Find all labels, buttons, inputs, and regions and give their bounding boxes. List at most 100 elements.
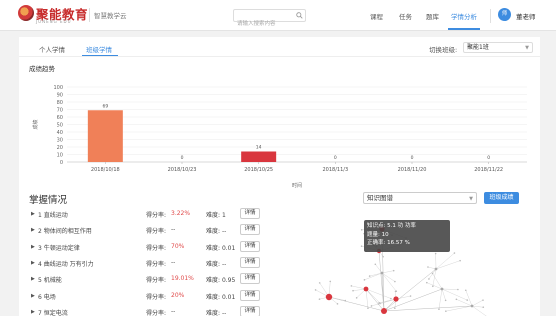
graph-leaf-node[interactable] xyxy=(360,229,363,231)
graph-leaf-node[interactable] xyxy=(352,289,354,292)
graph-node[interactable] xyxy=(470,304,474,308)
search-icon[interactable] xyxy=(296,12,303,19)
tabs-divider xyxy=(19,56,540,57)
graph-type-select[interactable]: 知识图谱 ▼ xyxy=(363,192,477,204)
x-tick-label: 2018/11/20 xyxy=(398,167,427,173)
list-item[interactable]: ▶ 3 牛顿运动定律 得分率: 70% 难度: 0.01 详情 xyxy=(19,240,260,253)
graph-leaf-node[interactable] xyxy=(431,272,434,275)
graph-leaf-node[interactable] xyxy=(427,266,429,268)
graph-leaf-node[interactable] xyxy=(318,298,321,300)
list-item[interactable]: ▶ 2 物体间的相互作用 得分率: -- 难度: -- 详情 xyxy=(19,224,260,236)
graph-node[interactable] xyxy=(393,296,399,302)
graph-leaf-node[interactable] xyxy=(394,307,396,310)
graph-leaf-node[interactable] xyxy=(482,306,485,309)
detail-button[interactable]: 详情 xyxy=(240,240,260,252)
brand-logo[interactable]: 聚能教育 JUNENG EDU xyxy=(18,5,90,27)
list-item[interactable]: ▶ 1 直线运动 得分率: 3.22% 难度: 1 详情 xyxy=(19,208,260,220)
score-rate-label: 得分率: xyxy=(146,309,167,316)
graph-leaf-node[interactable] xyxy=(434,252,437,255)
graph-leaf-node[interactable] xyxy=(394,290,397,293)
list-item[interactable]: ▶ 7 恒定电流 得分率: -- 难度: -- 详情 xyxy=(19,305,260,316)
graph-leaf-node[interactable] xyxy=(459,259,461,262)
graph-leaf-node[interactable] xyxy=(390,297,392,300)
graph-leaf-node[interactable] xyxy=(350,285,353,287)
list-item[interactable]: ▶ 5 机械能 得分率: 19.01% 难度: 0.95 详情 xyxy=(19,273,260,285)
graph-leaf-node[interactable] xyxy=(482,299,484,301)
difficulty-label: 难度: xyxy=(206,212,221,219)
graph-leaf-node[interactable] xyxy=(344,299,347,302)
graph-leaf-node[interactable] xyxy=(382,255,384,258)
graph-leaf-node[interactable] xyxy=(336,303,339,305)
search-box[interactable] xyxy=(233,9,306,30)
graph-node[interactable] xyxy=(440,287,444,291)
nav-question-bank[interactable]: 题库 xyxy=(426,11,439,21)
class-select[interactable]: 聚能1班 ▼ xyxy=(463,42,533,53)
graph-leaf-node[interactable] xyxy=(428,278,430,280)
graph-leaf-node[interactable] xyxy=(409,295,412,297)
graph-node[interactable] xyxy=(325,293,333,301)
expand-arrow-icon[interactable]: ▶ xyxy=(31,293,35,299)
graph-leaf-node[interactable] xyxy=(457,288,459,291)
graph-leaf-node[interactable] xyxy=(314,289,317,291)
knowledge-point-name[interactable]: 2 物体间的相互作用 xyxy=(38,226,92,235)
detail-button[interactable]: 详情 xyxy=(240,305,260,316)
knowledge-point-name[interactable]: 7 恒定电流 xyxy=(38,308,68,316)
graph-leaf-node[interactable] xyxy=(355,297,358,299)
graph-leaf-node[interactable] xyxy=(363,279,366,281)
difficulty-number: 0.01 xyxy=(221,293,236,301)
graph-leaf-node[interactable] xyxy=(394,280,396,283)
detail-button[interactable]: 详情 xyxy=(240,224,260,236)
graph-leaf-node[interactable] xyxy=(453,252,456,254)
tab-class-analysis[interactable]: 班级学情 xyxy=(86,44,112,54)
expand-arrow-icon[interactable]: ▶ xyxy=(31,260,35,266)
graph-leaf-node[interactable] xyxy=(455,298,458,301)
list-item[interactable]: ▶ 4 曲线运动 万有引力 得分率: -- 难度: -- 详情 xyxy=(19,256,260,269)
knowledge-point-name[interactable]: 1 直线运动 xyxy=(38,210,68,219)
expand-arrow-icon[interactable]: ▶ xyxy=(31,244,35,250)
avatar[interactable]: 师 xyxy=(498,8,511,21)
graph-edge xyxy=(471,299,484,307)
tab-personal-analysis[interactable]: 个人学情 xyxy=(39,44,65,54)
graph-leaf-node[interactable] xyxy=(368,275,371,277)
nav-courses[interactable]: 课程 xyxy=(370,11,383,21)
graph-node[interactable] xyxy=(363,286,369,292)
list-item[interactable]: ▶ 6 电场 得分率: 20% 难度: 0.01 详情 xyxy=(19,289,260,302)
graph-leaf-node[interactable] xyxy=(360,245,363,247)
graph-leaf-node[interactable] xyxy=(444,299,447,302)
nav-learning-analysis[interactable]: 学情分析 xyxy=(451,11,477,21)
user-name[interactable]: 董老师 xyxy=(516,11,536,21)
data-label: 0 xyxy=(334,155,337,161)
graph-leaf-node[interactable] xyxy=(329,280,332,283)
graph-leaf-node[interactable] xyxy=(374,263,377,266)
knowledge-point-name[interactable]: 4 曲线运动 万有引力 xyxy=(38,259,94,268)
detail-button[interactable]: 详情 xyxy=(240,273,260,285)
search-input[interactable] xyxy=(234,18,294,30)
graph-leaf-node[interactable] xyxy=(318,282,321,284)
expand-arrow-icon[interactable]: ▶ xyxy=(31,309,35,315)
graph-leaf-node[interactable] xyxy=(367,307,369,309)
main-panel: 个人学情 班级学情 切换班级: 聚能1班 ▼ 成绩趋势 0 10 20 30 40 50 6… xyxy=(19,37,540,316)
expand-arrow-icon[interactable]: ▶ xyxy=(31,227,35,233)
graph-leaf-node[interactable] xyxy=(438,308,440,311)
nav-tasks[interactable]: 任务 xyxy=(399,11,412,21)
graph-node[interactable] xyxy=(380,271,384,275)
knowledge-point-name[interactable]: 6 电场 xyxy=(38,292,56,301)
knowledge-point-name[interactable]: 5 机械能 xyxy=(38,275,62,284)
class-report-button[interactable]: 班级成绩 xyxy=(484,192,519,204)
graph-leaf-node[interactable] xyxy=(426,281,428,284)
expand-arrow-icon[interactable]: ▶ xyxy=(31,276,35,282)
knowledge-point-name[interactable]: 3 牛顿运动定律 xyxy=(38,243,80,252)
graph-leaf-node[interactable] xyxy=(466,299,469,301)
graph-leaf-node[interactable] xyxy=(370,305,373,307)
graph-leaf-node[interactable] xyxy=(392,269,395,272)
graph-leaf-node[interactable] xyxy=(445,310,447,312)
detail-button[interactable]: 详情 xyxy=(240,208,260,219)
graph-node[interactable] xyxy=(434,267,438,271)
graph-leaf-node[interactable] xyxy=(432,285,434,288)
graph-node[interactable] xyxy=(381,308,387,314)
graph-leaf-node[interactable] xyxy=(464,289,467,292)
expand-arrow-icon[interactable]: ▶ xyxy=(31,211,35,217)
detail-button[interactable]: 详情 xyxy=(240,289,260,301)
graph-leaf-node[interactable] xyxy=(378,301,380,304)
detail-button[interactable]: 详情 xyxy=(240,256,260,268)
